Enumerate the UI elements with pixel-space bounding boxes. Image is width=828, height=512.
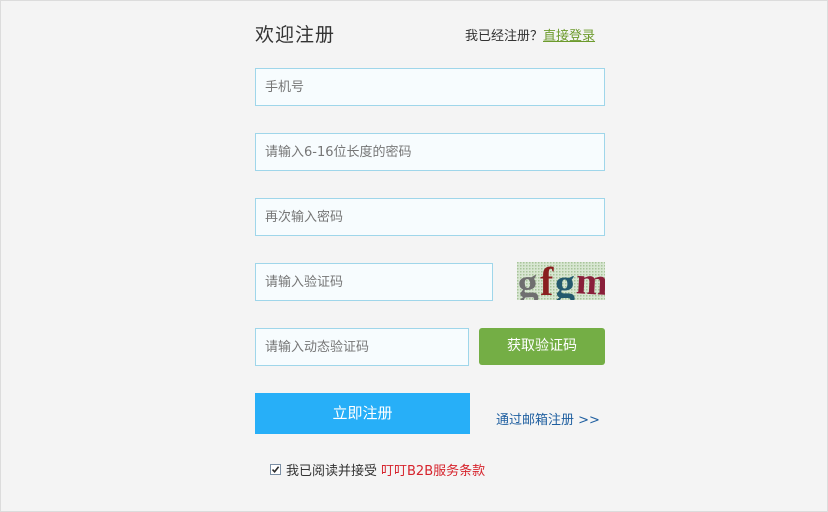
- email-register-link[interactable]: 通过邮箱注册 >>: [496, 413, 600, 429]
- captcha-char-2: f: [540, 262, 554, 300]
- phone-input[interactable]: [255, 68, 605, 106]
- terms-link[interactable]: 叮叮B2B服务条款: [381, 460, 485, 479]
- password-input[interactable]: [255, 133, 605, 171]
- captcha-char-3: g: [555, 262, 575, 300]
- captcha-char-4: m: [575, 262, 605, 300]
- agreement-row: 我已阅读并接受 叮叮B2B服务条款: [270, 460, 485, 479]
- login-link[interactable]: 直接登录: [543, 29, 595, 44]
- agree-checkbox[interactable]: [270, 463, 281, 475]
- captcha-image-graphic: g f g m: [516, 259, 609, 306]
- page-title: 欢迎注册: [255, 24, 336, 46]
- checkmark-icon: [271, 465, 280, 473]
- register-panel: 欢迎注册 我已经注册？直接登录 g f g m 获取验证码 立即注册 通过邮箱注…: [0, 0, 828, 512]
- captcha-input[interactable]: [255, 263, 493, 301]
- password-confirm-input[interactable]: [255, 198, 605, 236]
- login-prompt-text: 我已经注册？: [465, 29, 544, 44]
- captcha-char-1: g: [517, 262, 539, 300]
- register-button[interactable]: 立即注册: [255, 393, 470, 434]
- captcha-image[interactable]: g f g m: [516, 259, 609, 306]
- sms-code-input[interactable]: [255, 328, 469, 366]
- get-sms-code-button[interactable]: 获取验证码: [479, 328, 605, 365]
- agreement-text: 我已阅读并接受: [286, 463, 378, 479]
- login-hint: 我已经注册？直接登录: [465, 29, 595, 45]
